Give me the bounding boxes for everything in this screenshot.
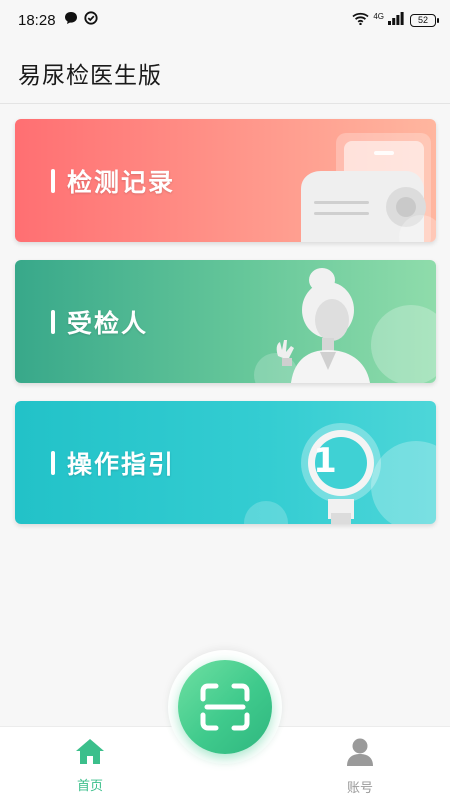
- card-label: 检测记录: [67, 168, 176, 197]
- test-records-card[interactable]: 检测记录: [15, 119, 436, 242]
- card-accent-bar: [51, 310, 55, 334]
- wifi-icon: [352, 12, 369, 29]
- network-type: 4G: [373, 11, 384, 21]
- operation-guide-card[interactable]: 1 操作指引: [15, 401, 436, 524]
- nav-home-label: 首页: [76, 779, 103, 794]
- nav-account[interactable]: 账号: [320, 737, 400, 796]
- card-label: 受检人: [67, 309, 149, 338]
- card-label: 操作指引: [67, 450, 176, 479]
- card-accent-bar: [51, 451, 55, 475]
- person-icon: [345, 737, 375, 771]
- battery-indicator: 52: [410, 13, 439, 27]
- scan-button[interactable]: [178, 660, 272, 754]
- status-bar: 18:28 4G 52: [0, 0, 450, 40]
- app-header: 易尿检医生版: [0, 40, 450, 104]
- status-time: 18:28: [18, 11, 56, 29]
- check-circle-icon: [83, 11, 98, 29]
- scan-icon: [200, 683, 250, 731]
- person-illustration-icon: [254, 268, 436, 383]
- card-accent-bar: [51, 169, 55, 193]
- examinee-card[interactable]: 受检人: [15, 260, 436, 383]
- document-illustration-icon: [301, 133, 436, 242]
- nav-home[interactable]: 首页: [50, 737, 130, 794]
- chat-bubble-icon: [64, 11, 78, 29]
- guide-step-number: 1: [313, 441, 337, 481]
- home-icon: [74, 737, 106, 769]
- page-title: 易尿检医生版: [18, 63, 162, 89]
- nav-account-label: 账号: [346, 781, 373, 796]
- signal-icon: [388, 11, 404, 29]
